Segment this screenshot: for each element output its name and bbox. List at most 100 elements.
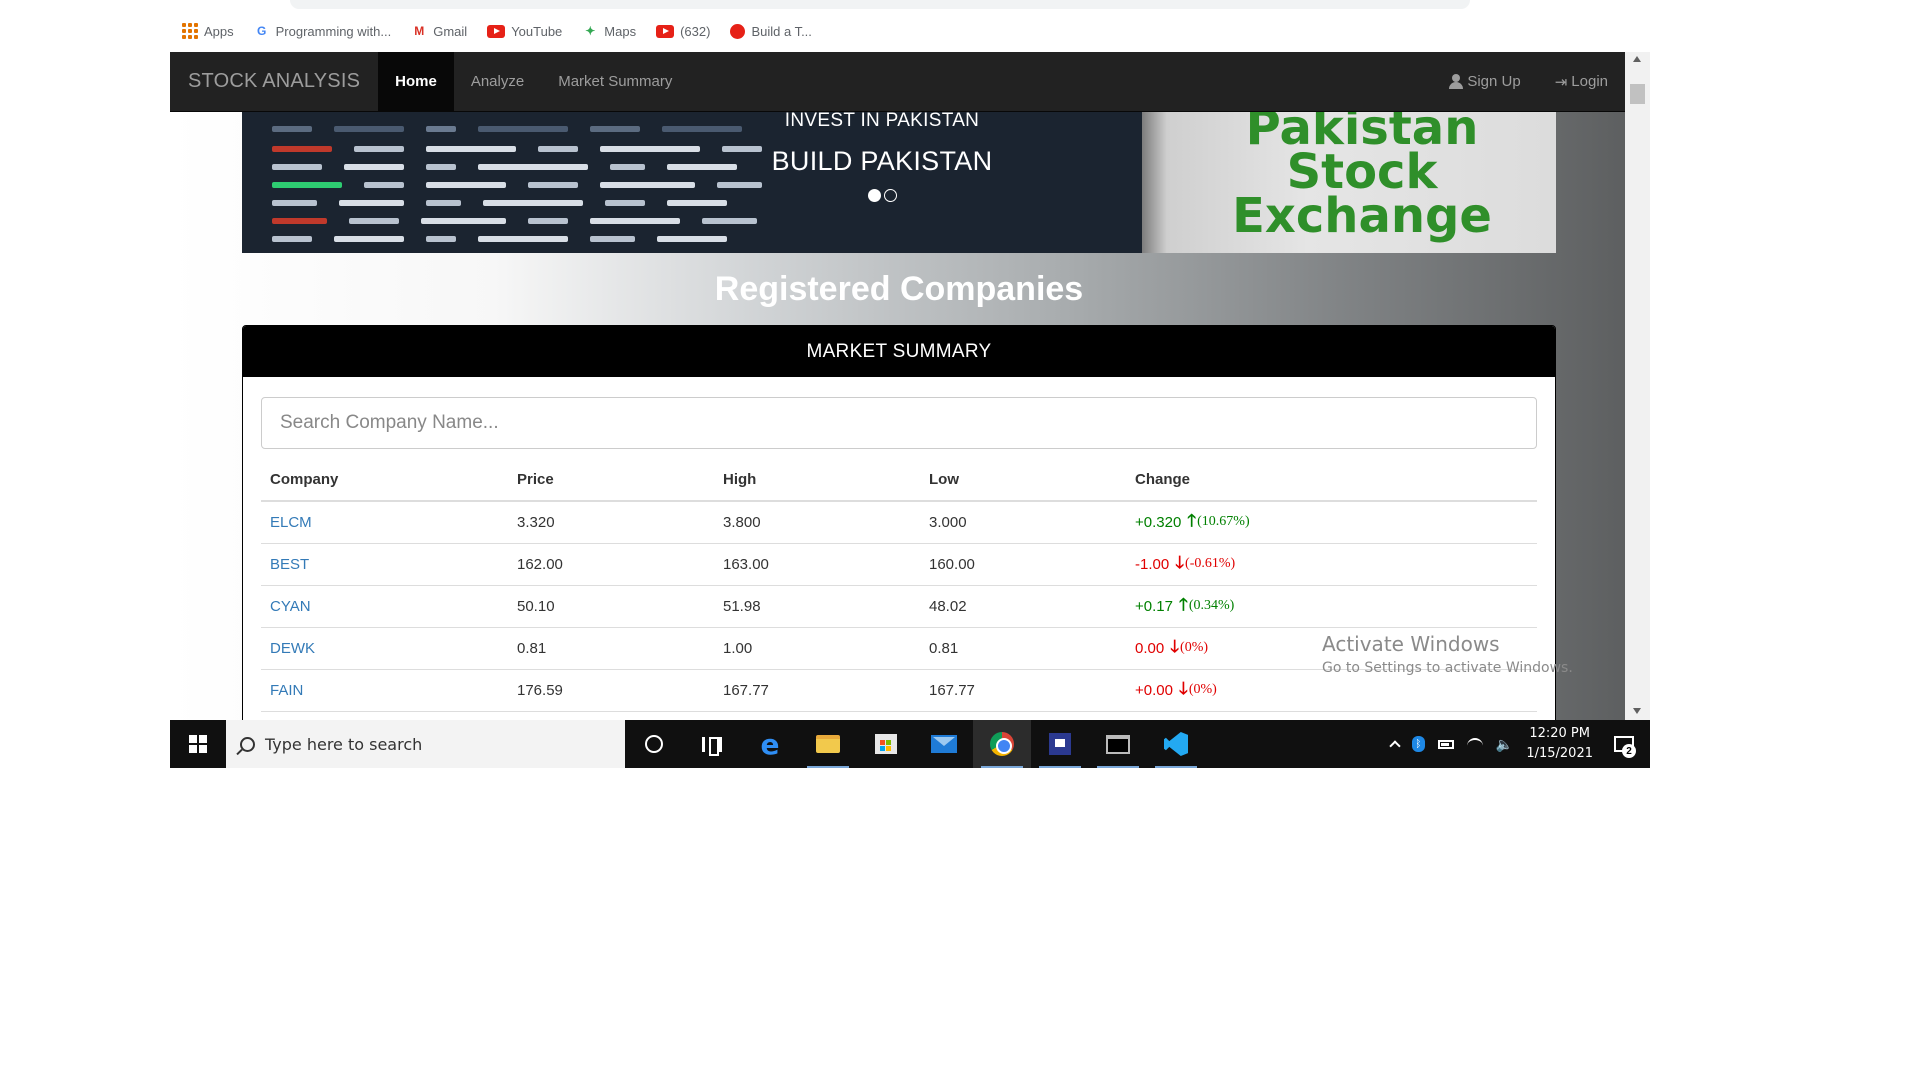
bluetooth-icon[interactable]: ᛒ: [1411, 736, 1425, 752]
clock-time: 12:20 PM: [1529, 726, 1590, 741]
arrow-up-icon: 🡑: [1187, 510, 1197, 530]
bookmark-label: Maps: [604, 23, 637, 39]
signup-link[interactable]: Sign Up: [1432, 52, 1537, 112]
store-button[interactable]: [857, 720, 915, 768]
pse-logo: Pakistan Stock Exchange: [1232, 112, 1492, 244]
file-explorer-button[interactable]: [799, 720, 857, 768]
bookmark-maps[interactable]: ✦ Maps: [582, 23, 636, 39]
scroll-thumb[interactable]: [1630, 84, 1645, 104]
section-title: Registered Companies: [714, 270, 1084, 308]
bookmark-build[interactable]: Build a T...: [730, 23, 812, 39]
show-hidden-icons-icon[interactable]: [1389, 740, 1401, 752]
change-value: 0.00: [1135, 639, 1165, 657]
task-view-button[interactable]: [683, 720, 741, 768]
watermark-title: Activate Windows: [1322, 632, 1500, 656]
price-cell: 50.10: [508, 585, 714, 628]
battery-icon[interactable]: [1437, 739, 1454, 749]
arrow-up-icon: 🡑: [1178, 594, 1188, 614]
bookmark-youtube[interactable]: YouTube: [487, 24, 562, 39]
store-icon: [875, 734, 897, 754]
company-link[interactable]: ELCM: [261, 501, 508, 544]
watermark-subtitle: Go to Settings to activate Windows.: [1322, 660, 1573, 676]
header-price: Price: [508, 459, 714, 502]
header-change: Change: [1126, 459, 1537, 502]
windows-logo-icon: [189, 735, 207, 753]
nav-market-summary[interactable]: Market Summary: [541, 52, 689, 112]
arrow-down-icon: 🡓: [1175, 552, 1185, 572]
carousel-title: BUILD PAKISTAN: [771, 146, 993, 176]
company-link[interactable]: CYAN: [261, 585, 508, 628]
table-header-row: Company Price High Low Change: [261, 459, 1537, 502]
bookmark-label: Gmail: [433, 23, 468, 39]
low-cell: 160.00: [920, 543, 1126, 586]
task-view-icon: [702, 736, 722, 756]
terminal-button[interactable]: [1089, 720, 1147, 768]
login-icon: ⇥: [1554, 73, 1568, 91]
carousel-dot-2[interactable]: [883, 189, 897, 202]
carousel-dot-1[interactable]: [867, 189, 881, 202]
price-cell: 176.59: [508, 669, 714, 712]
signup-label: Sign Up: [1467, 73, 1521, 90]
company-search-input[interactable]: [261, 397, 1537, 449]
terminal-icon: [1106, 734, 1130, 754]
youtube-icon: [656, 24, 675, 38]
app-button[interactable]: [1031, 720, 1089, 768]
bookmark-apps[interactable]: Apps: [182, 23, 234, 39]
bookmark-label: (632): [680, 23, 711, 39]
change-percent: (0.34%): [1188, 598, 1235, 613]
start-button[interactable]: [170, 720, 226, 768]
scroll-down-arrow-icon[interactable]: [1633, 708, 1641, 714]
change-percent: (0%): [1188, 682, 1217, 697]
clock[interactable]: 12:20 PM 1/15/2021: [1526, 724, 1593, 764]
vscode-button[interactable]: [1147, 720, 1205, 768]
taskbar-apps: e: [625, 720, 1205, 768]
wifi-icon[interactable]: [1466, 738, 1483, 750]
mail-icon: [931, 735, 957, 753]
taskbar-search-placeholder: Type here to search: [265, 734, 423, 754]
price-cell: 162.00: [508, 543, 714, 586]
bookmark-label: Programming with...: [275, 23, 392, 39]
carousel-subtitle: INVEST IN PAKISTAN: [784, 112, 980, 131]
activate-windows-watermark: Activate Windows Go to Settings to activ…: [1322, 632, 1573, 676]
navbar: STOCK ANALYSIS Home Analyze Market Summa…: [170, 52, 1625, 112]
search-icon: [240, 736, 255, 752]
carousel-caption: INVEST IN PAKISTAN BUILD PAKISTAN: [732, 112, 1032, 202]
header-low: Low: [920, 459, 1126, 502]
change-value: +0.320: [1135, 513, 1182, 531]
change-value: -1.00: [1135, 555, 1170, 573]
change-cell: +0.320 🡑 (10.67%): [1126, 501, 1537, 544]
high-cell: 1.00: [714, 627, 920, 670]
company-link[interactable]: BEST: [261, 543, 508, 586]
company-link[interactable]: DEWK: [261, 627, 508, 670]
chrome-button[interactable]: [973, 720, 1031, 768]
vscode-icon: [1164, 732, 1188, 756]
hero-carousel[interactable]: Pakistan Stock Exchange INVEST IN PAKIST…: [242, 112, 1556, 253]
scroll-up-arrow-icon[interactable]: [1633, 56, 1641, 62]
panel-heading: MARKET SUMMARY: [243, 326, 1555, 377]
page-viewport: STOCK ANALYSIS Home Analyze Market Summa…: [170, 52, 1650, 720]
edge-icon: e: [760, 727, 780, 761]
volume-icon[interactable]: 🔈: [1496, 736, 1513, 753]
nav-home[interactable]: Home: [378, 52, 454, 112]
page-scrollbar[interactable]: [1625, 52, 1650, 720]
address-bar-remnant[interactable]: [290, 0, 1470, 9]
login-link[interactable]: ⇥ Login: [1538, 52, 1625, 112]
edge-button[interactable]: e: [741, 720, 799, 768]
nav-analyze[interactable]: Analyze: [454, 52, 541, 112]
gmail-icon: M: [414, 24, 425, 38]
low-cell: 167.77: [920, 669, 1126, 712]
brand-link[interactable]: STOCK ANALYSIS: [170, 70, 378, 93]
company-link[interactable]: FAIN: [261, 669, 508, 712]
chrome-icon: [990, 732, 1014, 756]
cortana-button[interactable]: [625, 720, 683, 768]
mail-button[interactable]: [915, 720, 973, 768]
pse-logo-image: Pakistan Stock Exchange: [1142, 112, 1556, 253]
arrow-down-icon: 🡓: [1170, 636, 1180, 656]
change-percent: (0%): [1180, 640, 1209, 655]
bookmark-youtube-632[interactable]: (632): [656, 24, 710, 39]
action-center-button[interactable]: 2: [1606, 720, 1642, 768]
taskbar-search-box[interactable]: Type here to search: [226, 720, 625, 768]
bookmark-gmail[interactable]: M Gmail: [411, 23, 467, 39]
nav-right: Sign Up ⇥ Login: [1432, 52, 1625, 112]
bookmark-programming[interactable]: G Programming with...: [254, 23, 392, 39]
